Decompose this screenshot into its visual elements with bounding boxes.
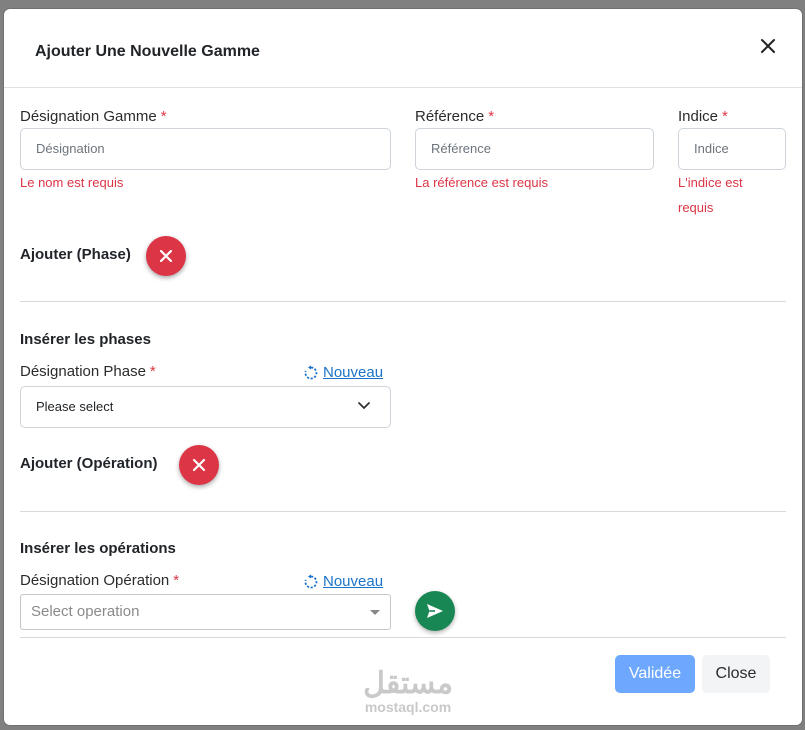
footer-divider <box>20 637 786 638</box>
required-mark: * <box>149 363 156 380</box>
modal-title: Ajouter Une Nouvelle Gamme <box>35 43 260 60</box>
reference-error: La référence est requis <box>415 175 548 190</box>
section-divider <box>20 511 786 512</box>
dropdown-arrow-icon <box>370 610 380 615</box>
required-mark: * <box>160 108 167 125</box>
nouveau-phase-link[interactable]: Nouveau <box>304 364 383 381</box>
close-icon <box>192 458 206 472</box>
indice-error-line1: L'indice est <box>678 175 743 190</box>
insert-phases-title: Insérer les phases <box>20 331 151 348</box>
indice-error-line2: requis <box>678 200 714 215</box>
reference-label: Référence * <box>415 108 495 125</box>
required-mark: * <box>488 108 495 125</box>
required-mark: * <box>173 572 180 589</box>
reference-input[interactable]: Référence <box>415 128 654 170</box>
remove-phase-button[interactable] <box>146 236 186 276</box>
indice-input[interactable]: Indice <box>678 128 786 170</box>
close-icon[interactable] <box>758 36 778 56</box>
send-operation-button[interactable] <box>415 591 455 631</box>
designation-gamme-input[interactable]: Désignation <box>20 128 391 170</box>
modal-header: Ajouter Une Nouvelle Gamme <box>4 9 802 88</box>
section-divider <box>20 301 786 302</box>
select-value: Please select <box>36 399 114 414</box>
watermark-latin: mostaql.com <box>364 699 452 715</box>
close-button[interactable]: Close <box>702 655 770 693</box>
add-operation-label: Ajouter (Opération) <box>20 455 158 472</box>
chevron-down-icon <box>358 402 370 410</box>
designation-phase-select[interactable]: Please select <box>20 386 391 428</box>
designation-gamme-label: Désignation Gamme * <box>20 108 167 125</box>
add-phase-label: Ajouter (Phase) <box>20 246 131 263</box>
close-icon <box>159 249 173 263</box>
required-mark: * <box>722 108 728 125</box>
mostaql-watermark: مستقل mostaql.com <box>352 667 464 716</box>
refresh-icon <box>304 574 318 589</box>
select-placeholder: Select operation <box>31 603 140 620</box>
designation-error: Le nom est requis <box>20 175 124 190</box>
validate-button[interactable]: Validée <box>615 655 695 693</box>
send-icon <box>427 604 443 618</box>
watermark-arabic: مستقل <box>363 667 453 700</box>
add-gamme-modal: Ajouter Une Nouvelle Gamme Désignation G… <box>4 9 802 725</box>
designation-phase-label: Désignation Phase * <box>20 363 156 380</box>
refresh-icon <box>304 365 318 380</box>
insert-operations-title: Insérer les opérations <box>20 540 176 557</box>
remove-operation-button[interactable] <box>179 445 219 485</box>
nouveau-operation-link[interactable]: Nouveau <box>304 573 383 590</box>
designation-operation-label: Désignation Opération * <box>20 572 180 589</box>
indice-label: Indice * <box>678 108 728 125</box>
designation-operation-select[interactable]: Select operation <box>20 594 391 630</box>
